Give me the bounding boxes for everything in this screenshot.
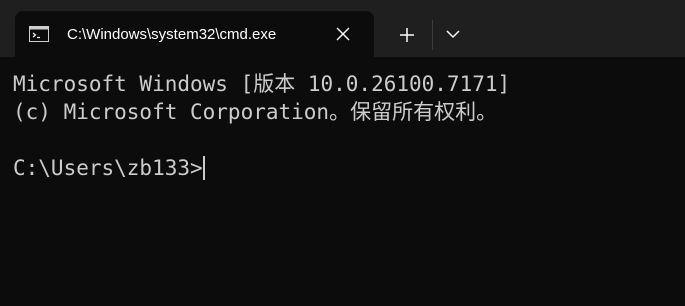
chevron-down-icon[interactable] (441, 22, 465, 46)
console-line: (c) Microsoft Corporation。保留所有权利。 (13, 100, 498, 124)
title-bar: C:\Windows\system32\cmd.exe (0, 0, 685, 57)
console-line: Microsoft Windows [版本 10.0.26100.7171] (13, 72, 511, 96)
text-cursor (202, 156, 205, 180)
prompt-text: C:\Users\zb133> (13, 156, 203, 180)
close-icon[interactable] (333, 24, 353, 44)
tab-title: C:\Windows\system32\cmd.exe (67, 26, 277, 43)
console-output[interactable]: Microsoft Windows [版本 10.0.26100.7171] (… (13, 70, 678, 290)
plus-icon[interactable] (394, 23, 420, 47)
terminal-icon (29, 26, 49, 42)
prompt-line[interactable]: C:\Users\zb133> (13, 154, 678, 182)
terminal-window: C:\Windows\system32\cmd.exe Microsoft Wi… (0, 0, 685, 306)
toolbar-divider (432, 20, 433, 50)
tab-cmd[interactable]: C:\Windows\system32\cmd.exe (15, 11, 374, 57)
